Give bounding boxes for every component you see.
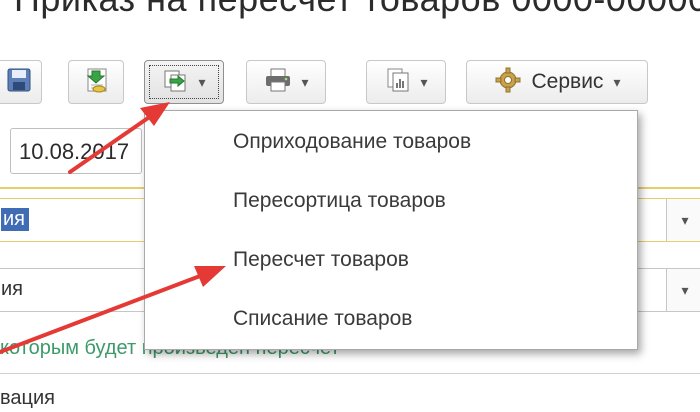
- reports-icon: [384, 66, 412, 99]
- field-text: ия: [1, 278, 24, 300]
- create-based-on-button[interactable]: ▾: [144, 60, 224, 104]
- chevron-down-icon: ▾: [613, 74, 621, 90]
- floppy-disk-icon: [6, 67, 32, 98]
- field-text: вация: [0, 387, 55, 409]
- menu-item-spisanie[interactable]: Списание товаров: [233, 307, 412, 331]
- dropdown-button[interactable]: ▾: [666, 199, 700, 241]
- divider: [0, 373, 700, 374]
- create-based-on-icon: [162, 67, 190, 98]
- chevron-down-icon: ▾: [681, 212, 689, 228]
- print-button[interactable]: ▾: [246, 60, 326, 104]
- service-label: Сервис: [531, 70, 604, 93]
- chevron-down-icon: ▾: [198, 74, 206, 90]
- chevron-down-icon: ▾: [301, 74, 309, 90]
- reports-button[interactable]: ▾: [366, 60, 446, 104]
- post-button[interactable]: [68, 60, 124, 104]
- date-field[interactable]: 10.08.2017: [10, 128, 142, 174]
- post-document-icon: [81, 65, 111, 100]
- menu-item-oprikhodovanie[interactable]: Оприходование товаров: [233, 130, 471, 154]
- window-title: Приказ на пересчет товаров 0000-00000: [14, 0, 700, 20]
- save-button[interactable]: [0, 60, 42, 104]
- chevron-down-icon: ▾: [420, 74, 428, 90]
- chevron-down-icon: ▾: [681, 282, 689, 298]
- dropdown-button[interactable]: ▾: [666, 269, 700, 311]
- create-based-on-menu: Оприходование товаров Пересортица товаро…: [144, 110, 638, 350]
- selected-field-text: ия: [1, 208, 30, 231]
- gear-icon: [494, 66, 522, 99]
- menu-item-peresschet[interactable]: Пересчет товаров: [233, 248, 409, 272]
- printer-icon: [263, 67, 293, 98]
- service-button[interactable]: Сервис ▾: [466, 60, 648, 104]
- menu-item-peresortitsa[interactable]: Пересортица товаров: [233, 189, 446, 213]
